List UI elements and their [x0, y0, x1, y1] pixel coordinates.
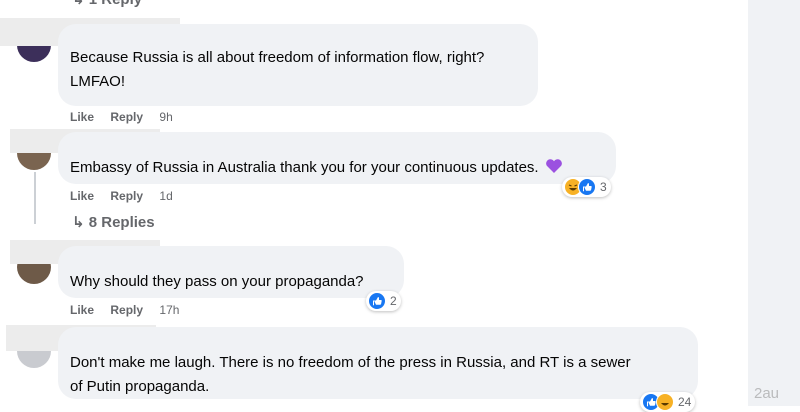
reply-button[interactable]: Reply — [110, 110, 143, 124]
top-reply-fragment[interactable]: ↳ 1 Reply — [72, 0, 142, 8]
like-button[interactable]: Like — [70, 110, 94, 124]
comment-text-line: Don't make me laugh. There is no freedom… — [70, 354, 631, 371]
timestamp[interactable]: 9h — [159, 110, 172, 124]
reaction-summary[interactable]: 24 — [640, 392, 696, 412]
reply-button[interactable]: Reply — [110, 189, 143, 203]
comment-bubble: Because Russia is all about freedom of i… — [58, 24, 538, 106]
top-reply-label: 1 Reply — [89, 0, 142, 8]
comment-actions: Like Reply 1d — [70, 189, 173, 203]
comment-bubble: Don't make me laugh. There is no freedom… — [58, 327, 698, 399]
purple-heart-icon — [545, 158, 563, 174]
comment-text-line: Because Russia is all about freedom of i… — [70, 49, 485, 66]
replies-count-label: 8 Replies — [88, 214, 155, 231]
like-icon — [578, 178, 596, 196]
comment-bubble: Embassy of Russia in Australia thank you… — [58, 132, 616, 184]
thread-line — [34, 172, 36, 224]
like-button[interactable]: Like — [70, 189, 94, 203]
comment-text-line: LMFAO! — [70, 73, 126, 90]
reply-arrow-icon: ↳ — [72, 214, 85, 231]
reaction-count: 24 — [678, 395, 692, 409]
comment-text-line: of Putin propaganda. — [70, 378, 210, 395]
timestamp[interactable]: 1d — [159, 189, 172, 203]
reaction-summary[interactable]: 2 — [366, 291, 401, 311]
comment-text-line: Why should they pass on your propaganda? — [70, 273, 364, 290]
haha-icon — [656, 393, 674, 411]
reply-arrow-icon: ↳ — [72, 0, 85, 8]
timestamp[interactable]: 17h — [159, 303, 179, 317]
like-button[interactable]: Like — [70, 303, 94, 317]
comment-bubble: Why should they pass on your propaganda? — [58, 246, 404, 298]
reaction-count: 3 — [600, 180, 607, 194]
comment-actions: Like Reply 17h — [70, 303, 179, 317]
comment-text-line: Embassy of Russia in Australia thank you… — [70, 159, 539, 176]
watermark: 2au — [754, 385, 780, 402]
reaction-summary[interactable]: 3 — [562, 177, 611, 197]
right-panel-strip — [748, 0, 800, 406]
reply-button[interactable]: Reply — [110, 303, 143, 317]
comment-actions: Like Reply 9h — [70, 110, 173, 124]
reaction-count: 2 — [390, 294, 397, 308]
view-replies-link[interactable]: ↳ 8 Replies — [72, 213, 155, 231]
like-icon — [368, 292, 386, 310]
